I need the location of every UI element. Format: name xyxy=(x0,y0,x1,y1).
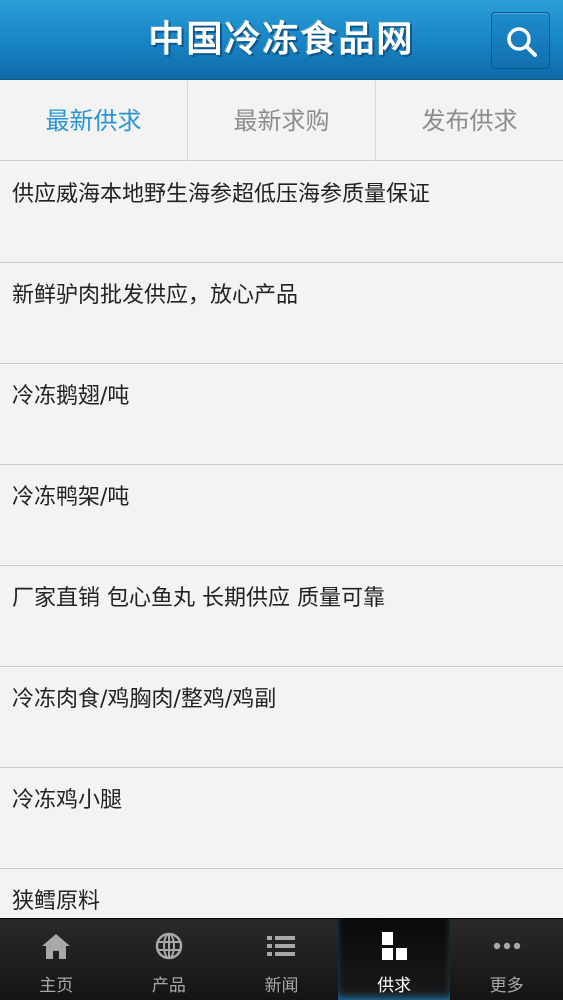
list-item[interactable]: 厂家直销 包心鱼丸 长期供应 质量可靠 xyxy=(0,566,563,667)
app-header: 中国冷冻食品网 xyxy=(0,0,563,80)
list-item[interactable]: 冷冻鸭架/吨 xyxy=(0,465,563,566)
supply-list: 供应威海本地野生海参超低压海参质量保证 新鲜驴肉批发供应，放心产品 冷冻鹅翅/吨… xyxy=(0,162,563,918)
list-item-title: 厂家直销 包心鱼丸 长期供应 质量可靠 xyxy=(12,586,385,611)
app-title: 中国冷冻食品网 xyxy=(148,19,415,60)
nav-label: 新闻 xyxy=(264,976,299,996)
nav-item-products[interactable]: 产品 xyxy=(113,919,226,1000)
list-item-title: 狭鳕原料 xyxy=(12,889,101,914)
list-item-title: 冷冻鸡小腿 xyxy=(12,788,123,813)
list-item-title: 冷冻鹅翅/吨 xyxy=(12,384,130,409)
tab-latest-supply[interactable]: 最新供求 xyxy=(0,81,188,161)
tab-publish-supply[interactable]: 发布供求 xyxy=(376,81,563,161)
list-icon xyxy=(267,936,296,956)
list-item[interactable]: 狭鳕原料 xyxy=(0,869,563,918)
list-item-title: 冷冻肉食/鸡胸肉/整鸡/鸡副 xyxy=(12,687,277,712)
list-item[interactable]: 冷冻肉食/鸡胸肉/整鸡/鸡副 xyxy=(0,667,563,768)
tab-latest-purchase[interactable]: 最新求购 xyxy=(188,81,376,161)
nav-label: 更多 xyxy=(489,976,524,996)
list-item-title: 新鲜驴肉批发供应，放心产品 xyxy=(12,283,299,308)
list-item-title: 供应威海本地野生海参超低压海参质量保证 xyxy=(12,182,431,207)
list-item[interactable]: 冷冻鹅翅/吨 xyxy=(0,364,563,465)
search-icon xyxy=(507,27,537,57)
nav-item-home[interactable]: 主页 xyxy=(0,919,113,1000)
tab-bar: 最新供求 最新求购 发布供求 xyxy=(0,81,563,161)
home-icon xyxy=(42,934,71,959)
bottom-nav: 主页 产品 新闻 供求 更多 xyxy=(0,918,563,1000)
nav-item-supply[interactable]: 供求 xyxy=(337,919,451,1000)
nav-item-news[interactable]: 新闻 xyxy=(225,919,338,1000)
more-icon xyxy=(493,942,520,950)
app-screen: 中国冷冻食品网 最新供求 最新求购 发布供求 供应威海本地野生海参超低压海参质量… xyxy=(0,0,563,1000)
list-item[interactable]: 新鲜驴肉批发供应，放心产品 xyxy=(0,263,563,364)
nav-label: 产品 xyxy=(151,976,186,996)
grid-icon xyxy=(382,932,408,960)
globe-icon xyxy=(155,932,183,960)
list-item[interactable]: 冷冻鸡小腿 xyxy=(0,768,563,869)
list-item[interactable]: 供应威海本地野生海参超低压海参质量保证 xyxy=(0,162,563,263)
nav-label: 主页 xyxy=(39,976,74,996)
nav-label: 供求 xyxy=(377,976,412,996)
search-button[interactable] xyxy=(491,12,550,69)
list-item-title: 冷冻鸭架/吨 xyxy=(12,485,130,510)
nav-item-more[interactable]: 更多 xyxy=(450,919,563,1000)
